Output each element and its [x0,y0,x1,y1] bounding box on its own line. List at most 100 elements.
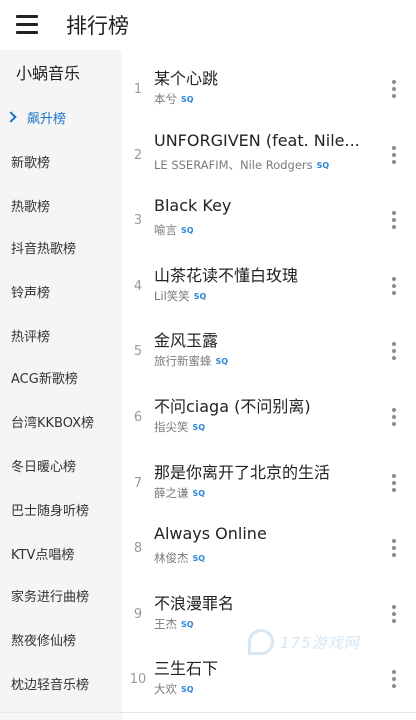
sq-badge: SQ [192,554,206,564]
song-list: 1 某个心跳 本兮 SQ 2 UNFORGIVEN (feat. Nile... LE SS… [122,50,416,720]
song-artist: LE SSERAFIM、Nile Rodgers [154,157,313,172]
sq-badge: SQ [192,423,206,432]
song-artist: 薛之谦 [154,485,189,500]
song-title: 某个心跳 [154,69,219,88]
divider [0,712,416,713]
more-options-icon[interactable] [389,473,399,492]
sidebar-brand: 小蜗音乐 [16,64,81,83]
sidebar-item[interactable]: 熬夜修仙榜 [11,630,76,649]
more-options-icon[interactable] [389,604,399,623]
more-options-icon[interactable] [389,539,399,558]
sidebar-item-label: ACG新歌榜 [11,372,78,387]
watermark: 175游戏网 [248,628,360,656]
song-artist-line: 王杰 SQ [154,616,194,632]
song-artist: 王杰 [154,616,177,631]
song-row[interactable]: 5 金风玉露旅行新蜜蜂 SQ [122,318,416,383]
song-artist-line: 本兮 SQ [154,91,194,107]
song-title: 山茶花读不懂白玫瑰 [154,265,299,285]
sidebar-item-label: 冬日暖心榜 [11,460,77,475]
sidebar-item[interactable]: 热歌榜 [11,196,50,215]
sidebar-item-label: 飙升榜 [27,112,67,127]
sq-badge: SQ [181,685,194,695]
sidebar-item-label: 新歌榜 [11,156,51,171]
song-title: 三生石下 [154,659,219,679]
song-artist-line: 指尖笑 SQ [154,419,205,435]
more-options-icon[interactable] [389,342,399,361]
song-artist: 本兮 [154,92,177,106]
song-row[interactable]: 2 UNFORGIVEN (feat. Nile... LE SSERAFIM、Ni… [122,122,416,187]
song-title: 金风玉露 [154,331,219,351]
song-artist-line: 薛之谦 SQ [154,485,205,501]
song-title: 那是你离开了北京的生活 [154,462,331,482]
rank-number: 5 [133,344,143,360]
sidebar-item-label: 巴士随身听榜 [11,504,90,519]
menu-icon[interactable] [16,15,38,35]
song-artist: 大欢 [154,682,177,697]
song-title: 不浪漫罪名 [154,593,235,613]
sidebar-item[interactable]: KTV点唱榜 [11,544,74,563]
song-row[interactable]: 10 三生石下大欢 SQ [122,646,416,711]
song-artist-line: Lil笑笑 SQ [154,288,206,304]
sq-badge: SQ [316,160,330,170]
sidebar-item[interactable]: 家务进行曲榜 [11,586,89,605]
song-artist-line: 旅行新蜜蜂 SQ [154,353,228,369]
song-title: Always Online [154,524,267,544]
sidebar-item[interactable]: 冬日暖心榜 [11,456,76,475]
song-row[interactable]: 1 某个心跳本兮 SQ [122,56,416,121]
sidebar-item-label: KTV点唱榜 [11,548,75,563]
rank-number: 2 [133,147,143,163]
song-row[interactable]: 7 那是你离开了北京的生活薛之谦 SQ [122,450,416,515]
more-options-icon[interactable] [389,276,399,295]
sidebar-item[interactable]: 台湾KKBOX榜 [11,412,94,431]
sidebar-item[interactable]: 抖音热歌榜 [11,238,76,257]
rank-number: 6 [133,410,143,425]
song-row[interactable]: 8 Always Online 林俊杰 SQ [122,515,416,580]
sidebar-item[interactable]: 飙升榜 [5,108,67,127]
rank-number: 4 [133,278,143,294]
song-row[interactable]: 6 不问ciaga (不问别离) 指尖笑 SQ [122,384,416,449]
sidebar-item-label: 熬夜修仙榜 [11,634,77,649]
more-options-icon[interactable] [389,145,399,164]
song-title: Black Key [154,196,232,216]
sidebar-item[interactable]: ACG新歌榜 [11,368,78,387]
sidebar-item-label: 台湾KKBOX榜 [11,416,95,431]
sq-badge: SQ [181,95,194,104]
more-options-icon[interactable] [389,670,399,689]
more-options-icon[interactable] [389,211,399,230]
sq-badge: SQ [193,291,207,301]
sq-badge: SQ [181,226,194,236]
sidebar-item[interactable]: 巴士随身听榜 [11,500,89,519]
page-title: 排行榜 [66,14,129,38]
song-row[interactable]: 4 山茶花读不懂白玫瑰 Lil笑笑 SQ [122,253,416,318]
chevron-right-icon [5,111,17,123]
rank-number: 7 [133,475,143,491]
sq-badge: SQ [181,619,194,629]
rank-number: 1 [133,82,143,97]
sidebar-item-label: 家务进行曲榜 [11,590,90,605]
song-artist: 旅行新蜜蜂 [154,354,212,369]
sidebar-item[interactable]: 铃声榜 [11,282,50,301]
watermark-logo-icon [248,629,274,655]
chart-sidebar: 小蜗音乐 飙升榜新歌榜热歌榜抖音热歌榜铃声榜热评榜 ACG新歌榜台湾KKBOX榜冬… [0,50,122,720]
more-options-icon[interactable] [389,80,399,98]
song-artist-line: LE SSERAFIM、Nile Rodgers SQ [154,157,329,173]
song-artist: 喻言 [154,223,177,238]
more-options-icon[interactable] [389,408,399,426]
rank-number: 10 [129,672,147,688]
sidebar-item-label: 抖音热歌榜 [11,242,77,257]
song-artist: Lil笑笑 [154,288,190,303]
sidebar-item[interactable]: 枕边轻音乐榜 [11,674,89,693]
sidebar-item-label: 铃声榜 [11,286,51,301]
sq-badge: SQ [192,488,206,498]
sq-badge: SQ [215,357,229,367]
top-bar: 排行榜 [0,0,416,50]
sidebar-item[interactable]: 新歌榜 [11,152,50,171]
song-artist: 林俊杰 [154,551,189,566]
watermark-text: 175游戏网 [280,633,360,652]
rank-number: 9 [133,606,143,622]
song-row[interactable]: 3 Black Key 喻言 SQ [122,187,416,252]
sidebar-item[interactable]: 热评榜 [11,326,50,345]
song-artist-line: 林俊杰 SQ [154,550,205,566]
sidebar-item-label: 热歌榜 [11,200,51,215]
sidebar-item-label: 热评榜 [11,330,51,345]
